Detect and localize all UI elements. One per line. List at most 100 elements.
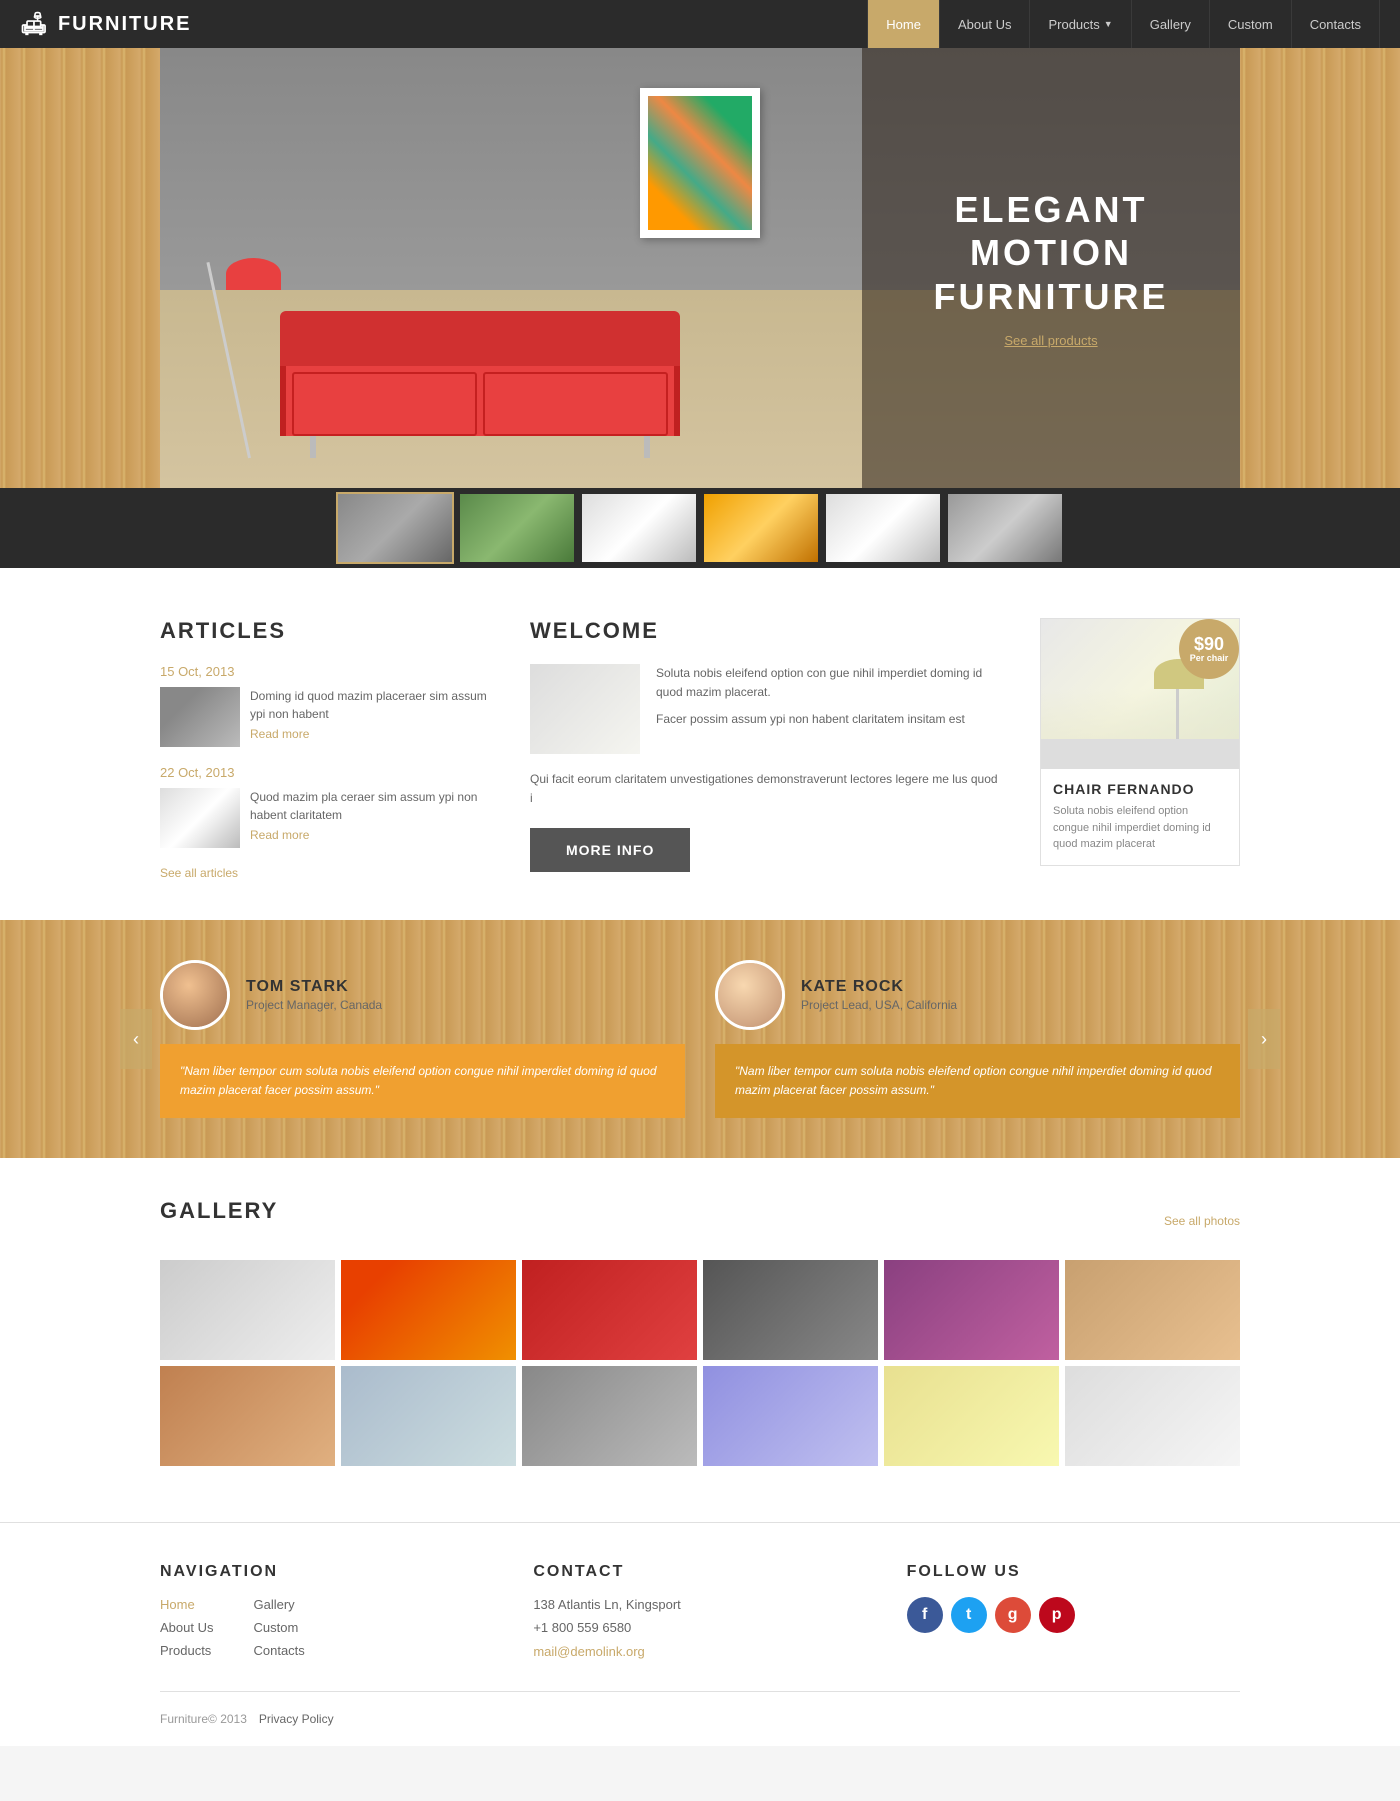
- articles-title: ARTICLES: [160, 618, 490, 644]
- nav-link-products[interactable]: Products ▼: [1030, 0, 1131, 48]
- hero-lamp: [220, 258, 251, 458]
- footer-privacy-link[interactable]: Privacy Policy: [259, 1712, 334, 1726]
- gallery-item-2[interactable]: [341, 1260, 516, 1360]
- gallery-grid-row2: [160, 1366, 1240, 1466]
- article-item-1: 15 Oct, 2013 Doming id quod mazim placer…: [160, 664, 490, 747]
- thumbnail-4[interactable]: [702, 492, 820, 564]
- testimonial-info-1: TOM STARK Project Manager, Canada: [246, 978, 382, 1012]
- welcome-inner: Soluta nobis eleifend option con gue nih…: [530, 664, 1000, 754]
- welcome-body: Qui facit eorum claritatem unvestigation…: [530, 770, 1000, 808]
- footer-link-products[interactable]: Products: [160, 1643, 213, 1658]
- gallery-item-5[interactable]: [884, 1260, 1059, 1360]
- nav-link-custom[interactable]: Custom: [1210, 0, 1292, 48]
- navbar: 🛋 FURNITURE Home About Us Products ▼ Gal…: [0, 0, 1400, 48]
- testimonials-prev-button[interactable]: ‹: [120, 1009, 152, 1069]
- product-card: $90 Per chair: [1040, 618, 1240, 866]
- thumbnail-5[interactable]: [824, 492, 942, 564]
- testimonial-2: KATE ROCK Project Lead, USA, California …: [715, 960, 1240, 1118]
- nav-logo-text: FURNITURE: [58, 13, 192, 36]
- article-date-2: 22 Oct, 2013: [160, 765, 490, 780]
- welcome-title: WELCOME: [530, 618, 1000, 644]
- product-info: CHAIR FERNANDO Soluta nobis eleifend opt…: [1041, 769, 1239, 853]
- more-info-button[interactable]: MORE INFO: [530, 828, 690, 872]
- gallery-item-7[interactable]: [160, 1366, 335, 1466]
- hero-cta-link[interactable]: See all products: [1004, 333, 1097, 348]
- testimonial-avatar-2: [715, 960, 785, 1030]
- thumbnail-3[interactable]: [580, 492, 698, 564]
- dropdown-arrow-icon: ▼: [1104, 19, 1113, 29]
- footer-link-contacts[interactable]: Contacts: [253, 1643, 304, 1658]
- nav-link-home[interactable]: Home: [867, 0, 940, 48]
- nav-link-about[interactable]: About Us: [940, 0, 1030, 48]
- social-icon-pinterest[interactable]: p: [1039, 1597, 1075, 1633]
- testimonial-1: TOM STARK Project Manager, Canada "Nam l…: [160, 960, 685, 1118]
- testimonials-inner: TOM STARK Project Manager, Canada "Nam l…: [160, 960, 1240, 1118]
- article-thumb-2: [160, 788, 240, 848]
- thumbnail-6[interactable]: [946, 492, 1064, 564]
- footer-follow-title: FOLLOW US: [907, 1563, 1240, 1581]
- footer-link-gallery[interactable]: Gallery: [253, 1597, 304, 1612]
- testimonial-info-2: KATE ROCK Project Lead, USA, California: [801, 978, 957, 1012]
- welcome-thumb: [530, 664, 640, 754]
- thumbnail-2[interactable]: [458, 492, 576, 564]
- footer-social-col: FOLLOW US f t g p: [907, 1563, 1240, 1661]
- footer-link-col-1: Home About Us Products: [160, 1597, 213, 1658]
- footer-address: 138 Atlantis Ln, Kingsport: [533, 1597, 866, 1612]
- footer-email[interactable]: mail@demolink.org: [533, 1644, 644, 1659]
- gallery-item-8[interactable]: [341, 1366, 516, 1466]
- hero-thumbnails: [0, 488, 1400, 568]
- see-all-photos-link[interactable]: See all photos: [1164, 1214, 1240, 1228]
- testimonial-quote-1: "Nam liber tempor cum soluta nobis eleif…: [160, 1044, 685, 1118]
- gallery-item-4[interactable]: [703, 1260, 878, 1360]
- gallery-item-11[interactable]: [884, 1366, 1059, 1466]
- hero-overlay: ELEGANT MOTION FURNITURE See all product…: [862, 48, 1240, 488]
- welcome-text-block: Soluta nobis eleifend option con gue nih…: [656, 664, 1000, 754]
- footer-link-home[interactable]: Home: [160, 1597, 213, 1612]
- testimonials-section: ‹ TOM STARK Project Manager, Canada "Nam…: [0, 920, 1400, 1158]
- testimonial-avatar-1: [160, 960, 230, 1030]
- gallery-item-9[interactable]: [522, 1366, 697, 1466]
- nav-link-gallery[interactable]: Gallery: [1132, 0, 1210, 48]
- product-column: $90 Per chair: [1040, 618, 1240, 880]
- testimonial-header-1: TOM STARK Project Manager, Canada: [160, 960, 685, 1030]
- footer-contact-col: CONTACT 138 Atlantis Ln, Kingsport +1 80…: [533, 1563, 866, 1661]
- sofa-icon: 🛋: [20, 11, 50, 37]
- gallery-item-3[interactable]: [522, 1260, 697, 1360]
- gallery-grid-row1: [160, 1260, 1240, 1360]
- nav-link-contacts[interactable]: Contacts: [1292, 0, 1380, 48]
- social-icon-googleplus[interactable]: g: [995, 1597, 1031, 1633]
- gallery-header: GALLERY See all photos: [160, 1198, 1240, 1244]
- footer-link-custom[interactable]: Custom: [253, 1620, 304, 1635]
- footer-bottom: Furniture© 2013 Privacy Policy: [160, 1691, 1240, 1726]
- gallery-item-1[interactable]: [160, 1260, 335, 1360]
- hero-section: ELEGANT MOTION FURNITURE See all product…: [0, 48, 1400, 488]
- article-text-2: Quod mazim pla ceraer sim assum ypi non …: [250, 788, 490, 848]
- social-icon-facebook[interactable]: f: [907, 1597, 943, 1633]
- article-inner-2: Quod mazim pla ceraer sim assum ypi non …: [160, 788, 490, 848]
- see-all-articles-link[interactable]: See all articles: [160, 866, 490, 880]
- gallery-section: GALLERY See all photos: [0, 1158, 1400, 1522]
- gallery-item-10[interactable]: [703, 1366, 878, 1466]
- product-price-badge: $90 Per chair: [1179, 619, 1239, 679]
- thumbnail-1[interactable]: [336, 492, 454, 564]
- testimonials-next-button[interactable]: ›: [1248, 1009, 1280, 1069]
- footer: NAVIGATION Home About Us Products Galler…: [0, 1522, 1400, 1746]
- article-thumb-1: [160, 687, 240, 747]
- read-more-2[interactable]: Read more: [250, 828, 490, 842]
- welcome-column: WELCOME Soluta nobis eleifend option con…: [530, 618, 1000, 880]
- footer-link-col-2: Gallery Custom Contacts: [253, 1597, 304, 1658]
- gallery-item-12[interactable]: [1065, 1366, 1240, 1466]
- footer-copyright: Furniture© 2013: [160, 1712, 247, 1726]
- testimonial-quote-2: "Nam liber tempor cum soluta nobis eleif…: [715, 1044, 1240, 1118]
- footer-contact-title: CONTACT: [533, 1563, 866, 1581]
- gallery-item-6[interactable]: [1065, 1260, 1240, 1360]
- testimonial-role-1: Project Manager, Canada: [246, 998, 382, 1012]
- read-more-1[interactable]: Read more: [250, 727, 490, 741]
- social-icons: f t g p: [907, 1597, 1240, 1633]
- social-icon-twitter[interactable]: t: [951, 1597, 987, 1633]
- hero-wood-right: [1240, 48, 1400, 488]
- footer-link-about[interactable]: About Us: [160, 1620, 213, 1635]
- testimonial-role-2: Project Lead, USA, California: [801, 998, 957, 1012]
- footer-links: Home About Us Products Gallery Custom Co…: [160, 1597, 493, 1658]
- hero-main: ELEGANT MOTION FURNITURE See all product…: [160, 48, 1240, 488]
